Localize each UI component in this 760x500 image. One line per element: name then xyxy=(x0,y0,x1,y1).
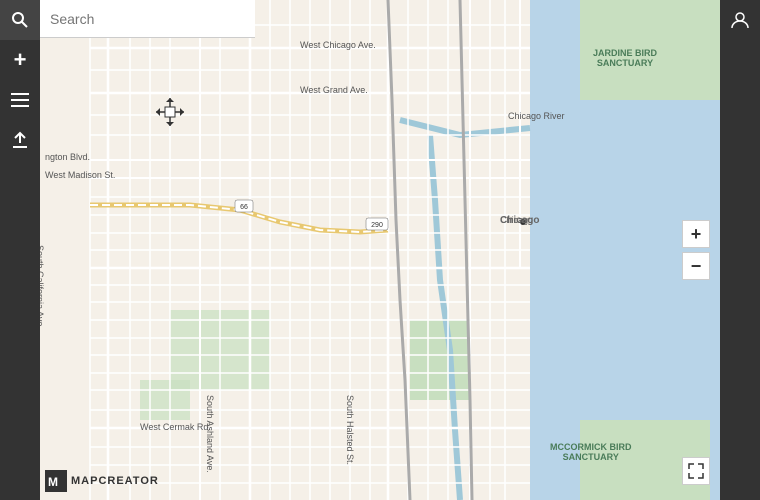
zoom-out-button[interactable]: − xyxy=(682,252,710,280)
zoom-in-map-button[interactable]: + xyxy=(0,40,40,80)
logo-icon: M xyxy=(45,470,67,492)
svg-text:M: M xyxy=(48,475,58,489)
svg-text:290: 290 xyxy=(371,222,383,229)
svg-text:66: 66 xyxy=(240,204,248,211)
zoom-controls: + − xyxy=(682,220,710,280)
logo-text: MAPCREATOR xyxy=(71,475,159,487)
expand-button[interactable] xyxy=(682,457,710,485)
map-container[interactable]: 66 290 West Chicago Ave. West Grand Ave.… xyxy=(40,0,720,500)
right-sidebar xyxy=(720,0,760,500)
zoom-in-button[interactable]: + xyxy=(682,220,710,248)
logo: M MAPCREATOR xyxy=(45,470,159,492)
left-sidebar: + xyxy=(0,0,40,500)
search-bar xyxy=(40,0,255,38)
user-button[interactable] xyxy=(720,0,760,40)
layers-button[interactable] xyxy=(0,80,40,120)
upload-button[interactable] xyxy=(0,120,40,160)
search-button[interactable] xyxy=(0,0,40,40)
search-input[interactable] xyxy=(40,0,255,37)
